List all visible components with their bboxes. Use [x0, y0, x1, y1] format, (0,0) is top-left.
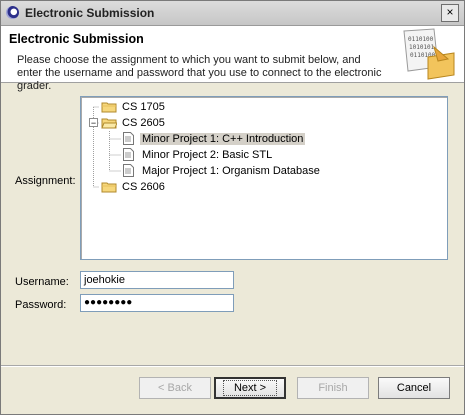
folder-open-icon: [101, 118, 117, 129]
document-icon: [123, 132, 134, 145]
assignment-tree[interactable]: CS 1705 − CS 2605 Minor Project 1: C++ I…: [80, 96, 448, 260]
document-icon: [123, 148, 134, 161]
next-button[interactable]: Next >: [214, 377, 286, 399]
document-icon: [123, 164, 134, 177]
banner-title: Electronic Submission: [9, 32, 144, 46]
tree-node-label: CS 2605: [122, 117, 165, 129]
tree-node-label: CS 1705: [122, 101, 165, 113]
back-button[interactable]: < Back: [139, 377, 211, 399]
banner-art-digits-1: 0110100: [408, 36, 434, 43]
collapse-toggle[interactable]: −: [89, 118, 98, 128]
cancel-button[interactable]: Cancel: [378, 377, 450, 399]
title-bar[interactable]: Electronic Submission ×: [1, 1, 464, 26]
finish-button[interactable]: Finish: [297, 377, 369, 399]
wizard-banner: Electronic Submission Please choose the …: [1, 26, 464, 92]
banner-art-digits-2: 1010101: [409, 44, 435, 51]
window-title: Electronic Submission: [25, 6, 155, 20]
assignment-label: Assignment:: [15, 175, 76, 187]
button-bar-separator: [1, 365, 464, 367]
eclipse-icon: [6, 6, 19, 19]
password-label: Password:: [15, 299, 67, 311]
folder-icon: [101, 182, 117, 193]
close-button[interactable]: ×: [441, 4, 459, 22]
tree-node-label: Major Project 1: Organism Database: [142, 165, 320, 177]
tree-node-label: Minor Project 1: C++ Introduction: [140, 133, 306, 145]
submit-document-icon: 0110100 1010101 0110100: [403, 28, 455, 80]
tree-node-label: Minor Project 2: Basic STL: [142, 149, 273, 161]
submission-dialog: Electronic Submission × Electronic Submi…: [0, 0, 465, 415]
username-field[interactable]: joehokie: [80, 271, 234, 289]
banner-description: Please choose the assignment to which yo…: [17, 54, 382, 92]
username-label: Username:: [15, 276, 69, 288]
next-button-label: Next >: [222, 380, 278, 396]
tree-node-label: CS 2606: [122, 181, 165, 193]
password-field[interactable]: ●●●●●●●●: [80, 294, 234, 312]
folder-icon: [101, 102, 117, 113]
